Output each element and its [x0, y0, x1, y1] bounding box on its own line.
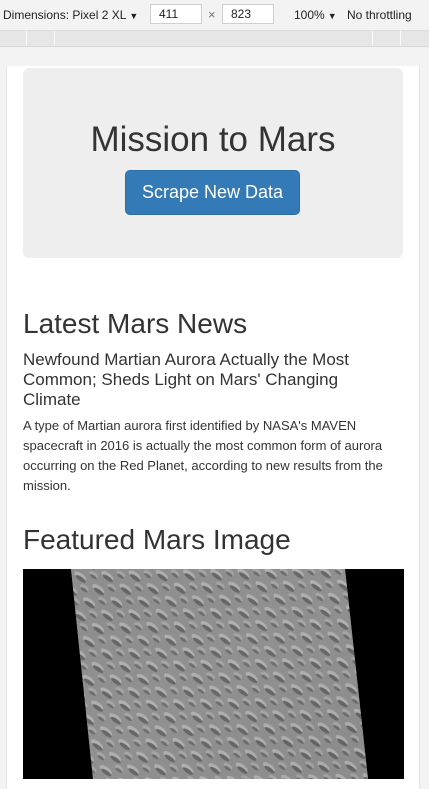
ruler-segment: [372, 31, 373, 46]
ruler-segment: [26, 31, 27, 46]
zoom-label: 100%: [294, 8, 325, 22]
ruler-segment: [54, 31, 55, 46]
scrape-button[interactable]: Scrape New Data: [125, 170, 300, 215]
height-input[interactable]: 823: [222, 4, 274, 24]
times-sign: ×: [208, 7, 216, 22]
ruler-segment: [400, 31, 401, 46]
featured-image-heading: Featured Mars Image: [23, 524, 291, 555]
news-title: Newfound Martian Aurora Actually the Mos…: [23, 350, 349, 409]
chevron-down-icon: ▼: [327, 11, 337, 21]
media-query-ruler[interactable]: [0, 31, 429, 47]
device-label: Dimensions: Pixel 2 XL: [3, 8, 127, 22]
news-heading: Latest Mars News: [23, 308, 248, 339]
throttle-label: No throttling: [347, 8, 412, 22]
page-title: Mission to Mars: [90, 120, 336, 159]
featured-mars-image: [23, 569, 404, 779]
news-paragraph: A type of Martian aurora first identifie…: [23, 418, 383, 493]
zoom-dropdown[interactable]: 100% ▼: [294, 8, 337, 22]
device-toolbar: Dimensions: Pixel 2 XL ▼ 411 × 823 100% ▼ …: [0, 0, 429, 31]
width-input[interactable]: 411: [150, 4, 202, 24]
jumbotron: Mission to Mars Scrape New Data: [23, 68, 403, 258]
throttle-dropdown[interactable]: No throttling: [347, 8, 412, 22]
mars-dunes-image: [23, 569, 404, 779]
chevron-down-icon: ▼: [129, 11, 139, 21]
page-viewport: Mission to Mars Scrape New Data Latest M…: [6, 66, 420, 789]
device-dropdown[interactable]: Dimensions: Pixel 2 XL ▼: [3, 8, 138, 22]
